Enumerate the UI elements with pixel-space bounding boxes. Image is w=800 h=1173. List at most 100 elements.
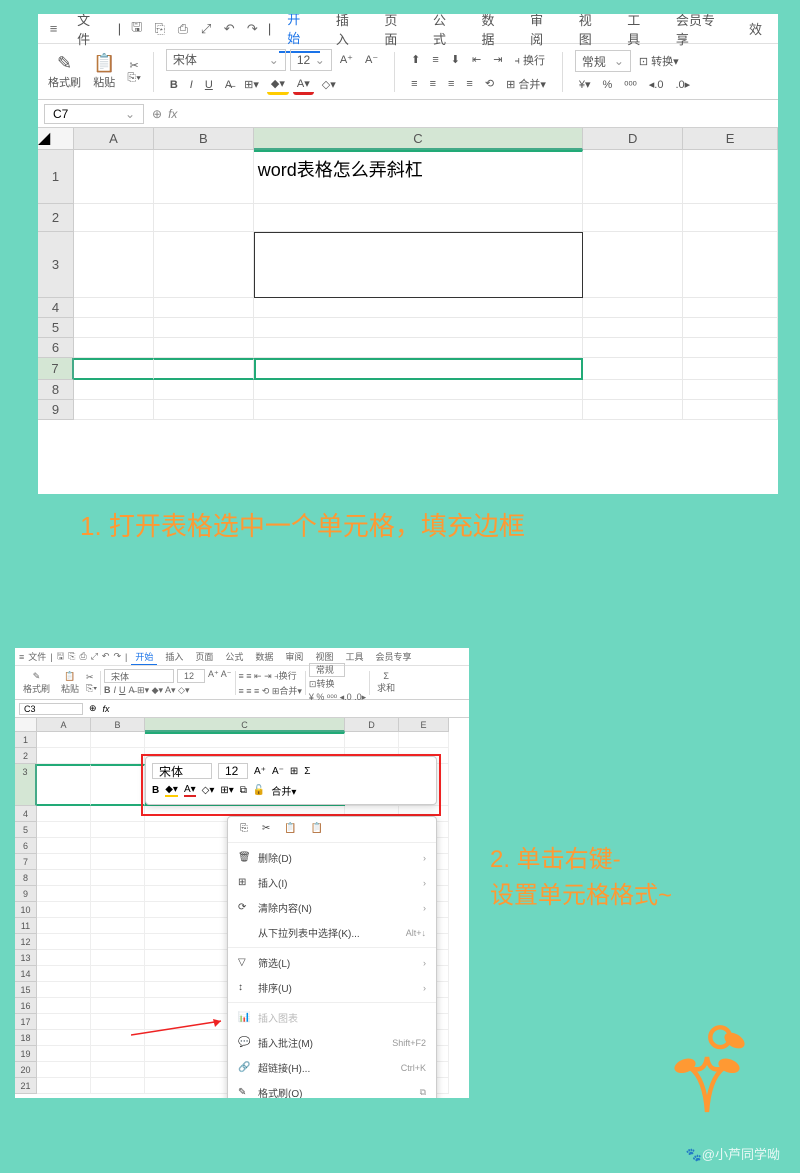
increase-decimal-button[interactable]: ◂.0 (645, 76, 668, 93)
format-painter-icon[interactable]: ✎ (33, 671, 41, 682)
fill-color-button[interactable]: ◆▾ (165, 784, 178, 797)
indent-right-icon[interactable]: ⇥ (489, 51, 506, 68)
cut-icon[interactable]: ✂⎘▾ (86, 672, 97, 694)
save-icon[interactable]: 🖫 (129, 18, 144, 40)
tab-tools[interactable]: 工具 (619, 14, 660, 52)
font-color-button[interactable]: A▾ (184, 784, 196, 797)
name-box[interactable]: C7⌄ (44, 104, 144, 124)
col-header-b[interactable]: B (91, 718, 145, 732)
format-select[interactable]: 常规⌄ (575, 50, 631, 72)
save-icon[interactable]: 🖫 (57, 649, 65, 665)
cell-b1[interactable] (154, 150, 254, 204)
paste-icon[interactable]: 📋 (93, 53, 115, 74)
preview-icon[interactable]: ⤢ (91, 651, 98, 662)
tab-review[interactable]: 审阅 (281, 649, 307, 664)
export-icon[interactable]: ⎘ (68, 651, 75, 662)
bold-button[interactable]: B (166, 77, 182, 93)
row-header-4[interactable]: 4 (38, 298, 74, 318)
sum-icon[interactable]: Σ (383, 671, 389, 681)
borders-button[interactable]: ⊞▾ (240, 76, 263, 93)
col-header-d[interactable]: D (345, 718, 399, 732)
align-middle-icon[interactable]: ≡ (428, 52, 442, 68)
tab-page[interactable]: 页面 (191, 649, 217, 664)
cell-a1[interactable] (74, 150, 154, 204)
tab-formula[interactable]: 公式 (221, 649, 247, 664)
menu-icon[interactable]: ≡ (46, 21, 61, 36)
format-painter-icon[interactable]: ✎ (57, 53, 72, 74)
fx-label[interactable]: fx (103, 704, 110, 714)
cell-c1[interactable]: word表格怎么弄斜杠 (254, 150, 584, 204)
cell-c3-bordered[interactable] (254, 232, 584, 298)
decrease-font-icon[interactable]: A⁻ (361, 51, 382, 68)
row-header-6[interactable]: 6 (38, 338, 74, 358)
col-header-a[interactable]: A (37, 718, 91, 732)
row-header-1[interactable]: 1 (38, 150, 74, 204)
strikethrough-button[interactable]: A̶ (221, 77, 236, 93)
row-header-3[interactable]: 3 (38, 232, 74, 298)
align-left-icon[interactable]: ≡ (407, 76, 421, 92)
tab-formula[interactable]: 公式 (425, 14, 466, 52)
fx-label[interactable]: fx (168, 107, 177, 121)
fill-color-button[interactable]: ◆▾ (267, 75, 289, 95)
sum-icon[interactable]: Σ (304, 766, 310, 777)
menu-icon[interactable]: ≡ (19, 652, 24, 662)
ctx-hyperlink[interactable]: 🔗超链接(H)...Ctrl+K (228, 1055, 436, 1080)
s2-name-box[interactable]: C3 (19, 703, 83, 715)
merge-button[interactable]: 合并▾ (271, 783, 296, 798)
export-icon[interactable]: ⎘ (152, 21, 167, 37)
copy-icon[interactable]: ⎘ (240, 823, 248, 834)
italic-button[interactable]: I (186, 77, 197, 93)
ctx-from-list[interactable]: 从下拉列表中选择(K)...Alt+↓ (228, 920, 436, 945)
row-header-5[interactable]: 5 (38, 318, 74, 338)
col-header-c[interactable]: C (145, 718, 345, 732)
align-top-icon[interactable]: ⬆ (407, 51, 424, 68)
select-all-corner[interactable] (15, 718, 37, 732)
mini-size-select[interactable]: 12 (218, 763, 248, 779)
align-justify-icon[interactable]: ≡ (462, 76, 476, 92)
paste-icon[interactable]: 📋 (64, 671, 75, 682)
format-painter-icon[interactable]: ⧉ (240, 785, 247, 796)
redo-icon[interactable]: ↷ (245, 21, 260, 37)
size-select[interactable]: 12 (177, 669, 205, 683)
undo-icon[interactable]: ↶ (222, 21, 237, 37)
increase-font-icon[interactable]: A⁺ (336, 51, 357, 68)
table-view-icon[interactable]: ⊞ (290, 766, 298, 777)
row-header-2[interactable]: 2 (38, 204, 74, 232)
font-color-button[interactable]: A▾ (293, 75, 314, 95)
paste-special-icon[interactable]: 📋 (311, 823, 323, 834)
comma-button[interactable]: ᵒᵒᵒ (620, 77, 640, 93)
ctx-clear[interactable]: ⟳清除内容(N)› (228, 895, 436, 920)
wrap-button[interactable]: ⫞ 换行 (510, 50, 549, 70)
eraser-icon[interactable]: ◇▾ (202, 785, 215, 796)
search-icon[interactable]: ⊕ (152, 107, 162, 121)
ctx-comment[interactable]: 💬插入批注(M)Shift+F2 (228, 1030, 436, 1055)
eraser-icon[interactable]: ◇▾ (318, 76, 340, 93)
col-header-e[interactable]: E (399, 718, 449, 732)
percent-button[interactable]: % (599, 77, 617, 93)
align-bottom-icon[interactable]: ⬇ (447, 51, 464, 68)
increase-font-icon[interactable]: A⁺ (254, 766, 266, 777)
transform-button[interactable]: ⊡ 转换▾ (635, 51, 683, 71)
col-header-e[interactable]: E (683, 128, 778, 150)
col-header-b[interactable]: B (154, 128, 254, 150)
row-header-8[interactable]: 8 (38, 380, 74, 400)
tab-more[interactable]: 效 (741, 15, 770, 42)
underline-button[interactable]: U (201, 77, 217, 93)
row-header-9[interactable]: 9 (38, 400, 74, 420)
ctx-insert[interactable]: ⊞插入(I)› (228, 870, 436, 895)
align-right-icon[interactable]: ≡ (444, 76, 458, 92)
mini-font-select[interactable]: 宋体 (152, 763, 212, 779)
select-all-corner[interactable]: ◢ (38, 128, 74, 150)
decrease-decimal-button[interactable]: .0▸ (671, 76, 694, 93)
search-icon[interactable]: ⊕ (89, 703, 97, 714)
cut-icon[interactable]: ✂ (130, 59, 139, 72)
ctx-format-painter[interactable]: ✎格式刷(O)⧉ (228, 1080, 436, 1098)
lock-icon[interactable]: 🔓 (253, 785, 265, 796)
spreadsheet-grid[interactable]: ◢ A B C D E 1 word表格怎么弄斜杠 2 3 (38, 128, 778, 420)
font-size-select[interactable]: 12⌄ (290, 49, 332, 71)
paste-icon[interactable]: 📋 (284, 823, 296, 834)
ctx-delete[interactable]: 🗑删除(D)› (228, 845, 436, 870)
bold-button[interactable]: B (152, 785, 159, 796)
row-header-7[interactable]: 7 (38, 358, 74, 380)
ctx-filter[interactable]: ▽筛选(L)› (228, 950, 436, 975)
